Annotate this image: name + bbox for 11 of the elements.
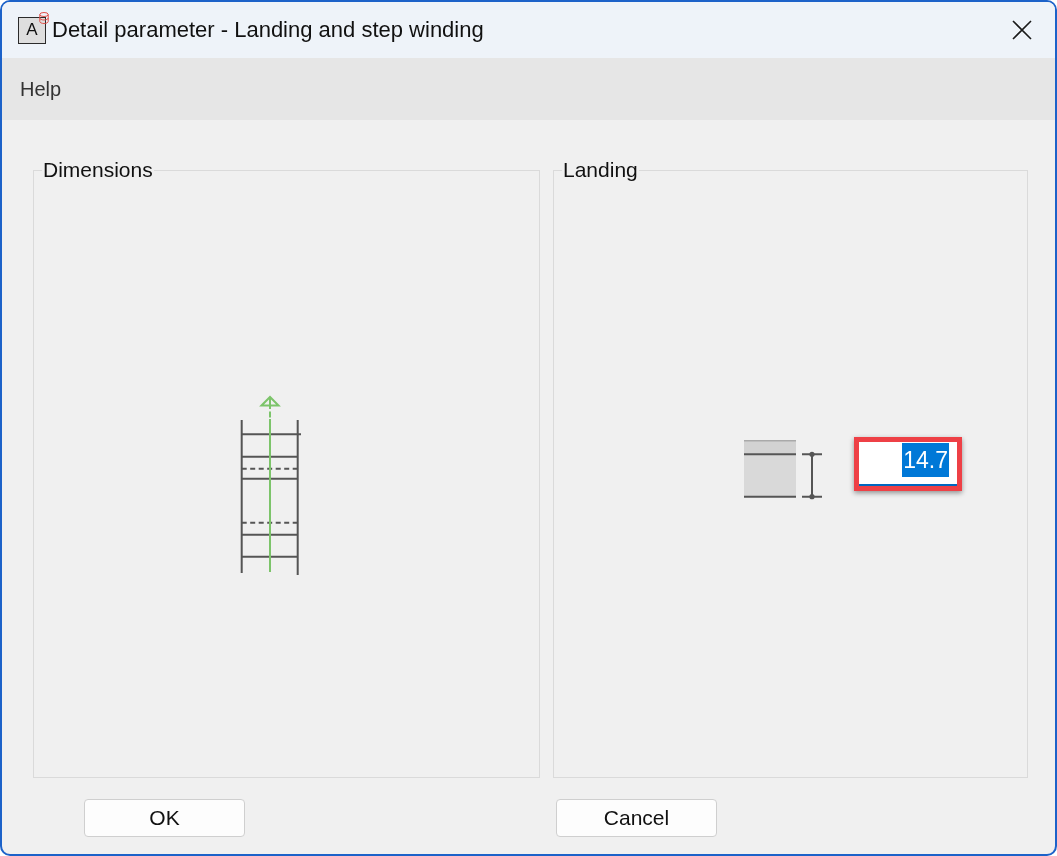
database-badge-icon [39,12,49,24]
app-icon: A [18,17,46,44]
close-icon [1012,20,1032,40]
ok-button[interactable]: OK [84,799,245,837]
window-title: Detail parameter - Landing and step winding [52,16,484,44]
group-title: Dimensions [42,158,154,182]
menu-item[interactable]: Help [18,77,64,101]
value-field[interactable]: 14.7 [854,437,962,491]
cancel-button[interactable]: Cancel [556,799,717,837]
close-button[interactable] [1012,20,1032,40]
group-title: Landing [562,158,639,182]
